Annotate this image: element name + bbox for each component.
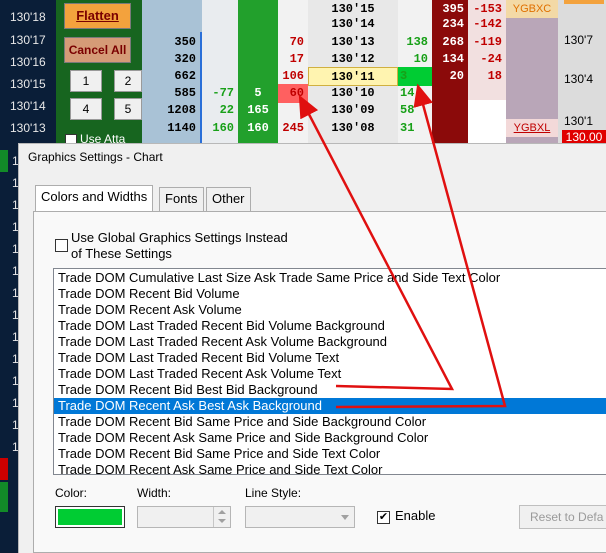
position-marker bbox=[0, 150, 8, 172]
tab-other[interactable]: Other bbox=[206, 187, 251, 211]
color-swatch-button[interactable] bbox=[55, 506, 125, 528]
list-item[interactable]: Trade DOM Recent Bid Same Price and Side… bbox=[54, 446, 606, 462]
chevron-down-icon bbox=[341, 515, 349, 520]
color-swatch bbox=[58, 509, 122, 525]
width-label: Width: bbox=[137, 486, 172, 500]
price-cell: 130'09 bbox=[331, 103, 375, 117]
scale-label: 130'16 bbox=[10, 55, 46, 69]
ask-change-cell: -142 bbox=[473, 17, 502, 31]
axis-tick: 130'4 bbox=[564, 72, 593, 86]
scale-label: 130'14 bbox=[10, 99, 46, 113]
axis-tick: 130'7 bbox=[564, 33, 593, 47]
last-ask-cell: 58 bbox=[400, 103, 415, 117]
position-marker bbox=[0, 458, 8, 480]
width-spinner[interactable] bbox=[137, 506, 231, 528]
bid-size-cell: 1140 bbox=[167, 121, 196, 135]
bid-change-cell: 160 bbox=[212, 121, 234, 135]
reset-to-defaults-button[interactable]: Reset to Defa bbox=[519, 505, 606, 529]
cancel-all-button[interactable]: Cancel All bbox=[64, 37, 131, 63]
list-item[interactable]: Trade DOM Recent Bid Same Price and Side… bbox=[54, 414, 606, 430]
price-cell: 130'08 bbox=[331, 121, 375, 135]
list-item[interactable]: Trade DOM Last Traded Recent Bid Volume … bbox=[54, 350, 606, 366]
list-item[interactable]: Trade DOM Recent Bid Volume bbox=[54, 286, 606, 302]
dialog-title: Graphics Settings - Chart bbox=[28, 150, 163, 164]
recent-bid-cell: 165 bbox=[247, 103, 269, 117]
qty-button-1[interactable]: 1 bbox=[70, 70, 102, 92]
list-item[interactable]: Trade DOM Last Traded Recent Ask Volume … bbox=[54, 334, 606, 350]
tab-fonts[interactable]: Fonts bbox=[159, 187, 204, 211]
scale-label: 130'13 bbox=[10, 121, 46, 135]
recent-ask-cell: 245 bbox=[282, 121, 304, 135]
spinner-up-icon[interactable] bbox=[218, 510, 226, 514]
recent-bid-cell: 160 bbox=[247, 121, 269, 135]
list-item[interactable]: Trade DOM Last Traded Recent Ask Volume … bbox=[54, 366, 606, 382]
last-ask-cell: 31 bbox=[400, 121, 415, 135]
axis-orange-bar bbox=[564, 0, 604, 4]
list-item[interactable]: Trade DOM Recent Bid Best Bid Background bbox=[54, 382, 606, 398]
graphics-element-list[interactable]: Trade DOM Cumulative Last Size Ask Trade… bbox=[53, 268, 606, 475]
ask-size-cell: 234 bbox=[442, 17, 464, 31]
scale-label: 130'17 bbox=[10, 33, 46, 47]
qty-button-2[interactable]: 2 bbox=[114, 70, 142, 92]
use-global-settings-label: Use Global Graphics Settings Instead bbox=[71, 230, 288, 245]
line-style-dropdown[interactable] bbox=[245, 506, 355, 528]
scale-label: 130'15 bbox=[10, 77, 46, 91]
qty-button-4[interactable]: 4 bbox=[70, 98, 102, 120]
spinner-arrows[interactable] bbox=[213, 507, 230, 527]
dom-row: 1208 22 165 130'09 58 bbox=[142, 101, 606, 120]
line-style-label: Line Style: bbox=[245, 486, 302, 500]
qty-button-5[interactable]: 5 bbox=[114, 98, 142, 120]
spinner-down-icon[interactable] bbox=[218, 519, 226, 523]
enable-label: Enable bbox=[395, 508, 436, 523]
ybgxl-label: YGBXL bbox=[506, 119, 558, 137]
list-item-selected[interactable]: Trade DOM Recent Ask Best Ask Background bbox=[54, 398, 606, 414]
list-item[interactable]: Trade DOM Last Traded Recent Bid Volume … bbox=[54, 318, 606, 334]
scale-label: 130'18 bbox=[10, 10, 46, 24]
position-marker bbox=[0, 482, 8, 512]
ybgxc-label: YGBXC bbox=[506, 0, 558, 18]
list-item[interactable]: Trade DOM Cumulative Last Size Ask Trade… bbox=[54, 270, 606, 286]
flatten-button[interactable]: Flatten bbox=[64, 3, 131, 29]
bid-change-cell: 22 bbox=[219, 103, 234, 117]
enable-checkbox[interactable]: ✔ bbox=[377, 511, 390, 524]
tab-colors-and-widths[interactable]: Colors and Widths bbox=[35, 185, 154, 211]
trade-control-panel: Flatten Cancel All 1 2 4 5 Use Atta bbox=[56, 0, 142, 146]
list-item[interactable]: Trade DOM Recent Ask Same Price and Side… bbox=[54, 462, 606, 474]
price-cell: 130'14 bbox=[331, 17, 375, 31]
trade-dom-ladder: 130'15 395 -153 130'14 234 -142 350 70 1… bbox=[142, 0, 606, 145]
bid-size-cell: 1208 bbox=[167, 103, 196, 117]
axis-tick: 130'1 bbox=[564, 114, 593, 128]
color-label: Color: bbox=[55, 486, 88, 500]
list-item[interactable]: Trade DOM Recent Ask Volume bbox=[54, 302, 606, 318]
use-global-settings-checkbox[interactable] bbox=[55, 239, 68, 252]
list-item[interactable]: Trade DOM Recent Ask Same Price and Side… bbox=[54, 430, 606, 446]
graphics-settings-dialog: Graphics Settings - Chart Colors and Wid… bbox=[18, 143, 606, 553]
use-global-settings-label-2: of These Settings bbox=[71, 246, 172, 261]
